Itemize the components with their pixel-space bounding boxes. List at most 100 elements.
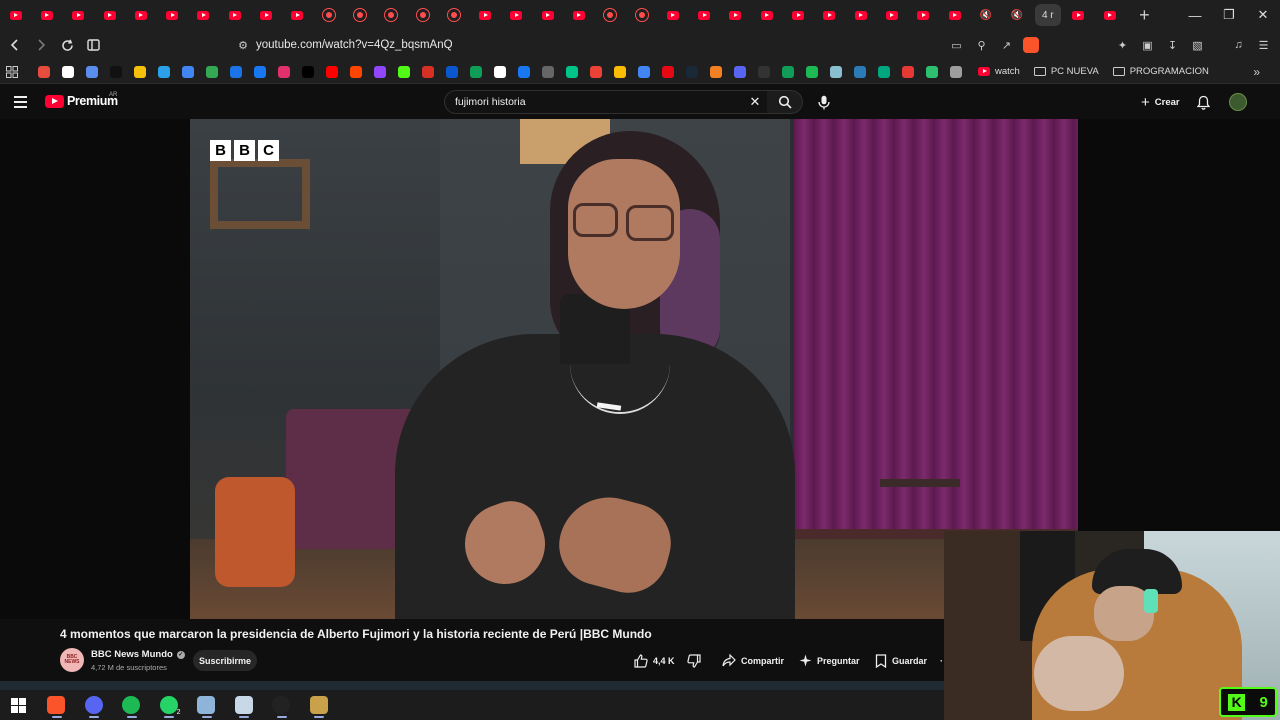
bookmark-item[interactable] <box>344 60 368 84</box>
voice-search-button[interactable] <box>813 91 835 113</box>
bookmark-item[interactable] <box>632 60 656 84</box>
menu-icon[interactable]: ☰ <box>1255 37 1272 54</box>
bookmark-item[interactable] <box>512 60 536 84</box>
taskbar-whatsapp[interactable]: 2 <box>150 690 188 720</box>
minimize-button[interactable]: — <box>1178 0 1212 30</box>
save-button[interactable]: Guardar <box>875 650 927 671</box>
bookmark-watch[interactable]: watch <box>978 66 1020 77</box>
close-window-button[interactable]: ✕ <box>1246 0 1280 30</box>
media-controls-icon[interactable]: ♫ <box>1230 37 1247 54</box>
browser-tab[interactable] <box>720 0 751 30</box>
bookmark-item[interactable] <box>320 60 344 84</box>
bookmark-item[interactable] <box>920 60 944 84</box>
bookmark-item[interactable] <box>152 60 176 84</box>
zoom-icon[interactable]: ⚲ <box>973 37 990 54</box>
browser-tab[interactable] <box>563 0 594 30</box>
bookmark-item[interactable] <box>776 60 800 84</box>
channel-name[interactable]: BBC News Mundo ✓ <box>91 649 185 660</box>
taskbar-windows-start[interactable] <box>0 690 38 720</box>
dislike-button[interactable] <box>687 650 701 671</box>
extensions-icon[interactable]: ✦ <box>1114 37 1131 54</box>
ask-button[interactable]: Preguntar <box>799 650 860 671</box>
taskbar-notepad[interactable] <box>188 690 226 720</box>
like-button[interactable]: 4,4 K <box>634 650 675 671</box>
browser-tab[interactable] <box>156 0 187 30</box>
new-tab-button[interactable]: + <box>1133 5 1155 26</box>
bookmark-item[interactable] <box>680 60 704 84</box>
reload-button[interactable] <box>56 34 78 56</box>
browser-tab[interactable] <box>94 0 125 30</box>
brave-shields-icon[interactable] <box>1023 37 1039 53</box>
browser-tab[interactable] <box>751 0 782 30</box>
sidebar-toggle-button[interactable] <box>82 34 104 56</box>
bookmark-item[interactable] <box>176 60 200 84</box>
bookmark-item[interactable] <box>56 60 80 84</box>
notifications-button[interactable] <box>1194 93 1212 111</box>
downloads-icon[interactable]: ↧ <box>1164 37 1181 54</box>
browser-tab[interactable] <box>282 0 313 30</box>
taskbar-brave[interactable] <box>38 690 76 720</box>
browser-tab[interactable]: 🔇 <box>970 0 1001 30</box>
restore-button[interactable]: ❐ <box>1212 0 1246 30</box>
bookmark-item[interactable] <box>416 60 440 84</box>
bookmark-item[interactable] <box>248 60 272 84</box>
browser-tab[interactable] <box>876 0 907 30</box>
browser-tab[interactable] <box>908 0 939 30</box>
bookmark-item[interactable] <box>440 60 464 84</box>
browser-tab[interactable] <box>438 0 469 30</box>
browser-tab[interactable] <box>219 0 250 30</box>
browser-tab[interactable] <box>595 0 626 30</box>
taskbar-discord[interactable] <box>75 690 113 720</box>
more-actions-button[interactable]: · <box>940 650 943 671</box>
browser-tab[interactable] <box>313 0 344 30</box>
browser-tab[interactable] <box>689 0 720 30</box>
bookmark-item[interactable] <box>224 60 248 84</box>
bookmark-item[interactable] <box>128 60 152 84</box>
browser-tab[interactable] <box>407 0 438 30</box>
browser-tab[interactable] <box>63 0 94 30</box>
subscribe-button[interactable]: Suscribirme <box>193 650 257 671</box>
browser-tab[interactable] <box>344 0 375 30</box>
bookmark-item[interactable] <box>752 60 776 84</box>
bookmark-folder-programacion[interactable]: PROGRAMACION <box>1112 66 1209 77</box>
back-button[interactable] <box>4 34 26 56</box>
bookmark-item[interactable] <box>584 60 608 84</box>
browser-tab[interactable]: 🔇 <box>1002 0 1033 30</box>
channel-avatar[interactable]: BBC NEWS <box>60 648 84 672</box>
taskbar-league[interactable] <box>300 690 338 720</box>
active-tab[interactable]: 4 r <box>1034 4 1061 26</box>
bookmark-item[interactable] <box>944 60 968 84</box>
taskbar-obs[interactable] <box>263 690 301 720</box>
browser-tab[interactable] <box>376 0 407 30</box>
bookmark-folder-pc-nueva[interactable]: PC NUEVA <box>1033 66 1099 77</box>
bookmark-item[interactable] <box>104 60 128 84</box>
browser-tab[interactable] <box>626 0 657 30</box>
bookmark-item[interactable] <box>656 60 680 84</box>
search-input[interactable] <box>445 96 743 108</box>
bookmark-item[interactable] <box>392 60 416 84</box>
browser-tab[interactable] <box>532 0 563 30</box>
address-bar[interactable]: ⚙ youtube.com/watch?v=4Qz_bqsmAnQ ▭ ⚲ ↗ <box>230 33 1045 57</box>
bookmark-item[interactable] <box>800 60 824 84</box>
bookmark-item[interactable] <box>848 60 872 84</box>
browser-tab[interactable] <box>250 0 281 30</box>
browser-tab[interactable] <box>657 0 688 30</box>
share-button[interactable]: Compartir <box>722 650 784 671</box>
create-button[interactable]: + Crear <box>1133 92 1188 112</box>
browser-tab[interactable] <box>31 0 62 30</box>
bookmark-item[interactable] <box>560 60 584 84</box>
browser-tab[interactable] <box>469 0 500 30</box>
bookmark-item[interactable] <box>272 60 296 84</box>
bookmark-item[interactable] <box>368 60 392 84</box>
bookmark-item[interactable] <box>896 60 920 84</box>
bookmark-item[interactable] <box>536 60 560 84</box>
bookmark-item[interactable] <box>872 60 896 84</box>
bookmark-item[interactable] <box>728 60 752 84</box>
apps-icon[interactable] <box>0 60 24 84</box>
browser-tab[interactable] <box>782 0 813 30</box>
browser-tab[interactable] <box>1063 0 1094 30</box>
screenshot-icon[interactable]: ▣ <box>1139 37 1156 54</box>
browser-tab[interactable] <box>939 0 970 30</box>
hamburger-menu-icon[interactable] <box>14 93 32 111</box>
bookmark-item[interactable] <box>704 60 728 84</box>
